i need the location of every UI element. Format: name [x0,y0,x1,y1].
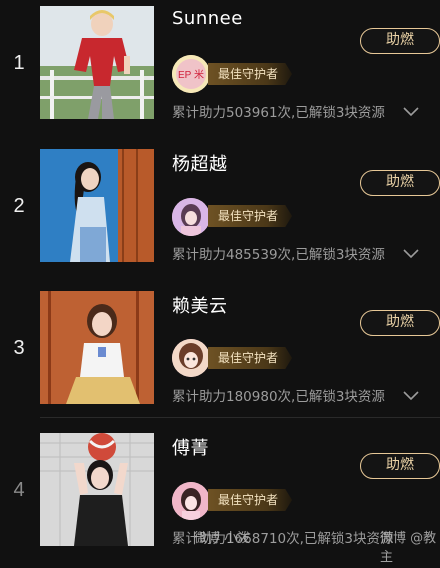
weibo-watermark-right: 微博 @教主 [380,531,437,565]
idol-name: 赖美云 [172,296,228,317]
boost-button[interactable]: 助燃 [360,28,440,54]
rank-number: 3 [13,337,25,359]
top-guardian-avatar[interactable]: EP 米 [172,55,210,93]
ranking-row-3: 3 赖美云 助燃 最佳守护者 累计助力180980次,已解锁3块资源 [0,284,440,426]
rank-number: 1 [13,52,25,74]
chevron-down-icon[interactable] [402,390,420,402]
boost-button[interactable]: 助燃 [360,310,440,336]
best-guardian-badge: 最佳守护者 [208,63,293,85]
best-guardian-badge: 最佳守护者 [208,205,293,227]
idol-photo[interactable] [40,291,154,404]
idol-name: Sunnee [172,8,243,29]
chevron-down-icon[interactable] [402,106,420,118]
boost-button[interactable]: 助燃 [360,453,440,479]
boost-stats: 累计助力485539次,已解锁3块资源 [172,247,385,263]
weibo-watermark-left: 微博 小泼 [194,531,251,546]
idol-photo[interactable] [40,6,154,119]
rank-number: 4 [13,479,25,501]
rank-number: 2 [13,195,25,217]
idol-photo[interactable] [40,149,154,262]
top-guardian-avatar[interactable] [172,482,210,520]
best-guardian-badge: 最佳守护者 [208,489,293,511]
row-divider [40,417,440,418]
top-guardian-avatar[interactable] [172,339,210,377]
ranking-row-2: 2 杨超越 助燃 最佳守护者 累计助力485539次,已解锁3块资源 [0,142,440,284]
idol-photo[interactable] [40,433,154,546]
ranking-row-1: 1 Sunnee 助燃 EP 米 最佳守护者 累计助力503961次,已解锁3块… [0,0,440,142]
ranking-row-4: 4 傅菁 助燃 最佳守护者 累计助力1668710次,已解锁3块资源 [0,426,440,568]
top-guardian-avatar[interactable] [172,198,210,236]
best-guardian-badge: 最佳守护者 [208,347,293,369]
svg-text:EP 米: EP 米 [178,68,204,81]
boost-stats: 累计助力503961次,已解锁3块资源 [172,105,385,121]
chevron-down-icon[interactable] [402,248,420,260]
boost-button[interactable]: 助燃 [360,170,440,196]
idol-name: 傅菁 [172,438,209,459]
boost-stats: 累计助力180980次,已解锁3块资源 [172,389,385,405]
idol-name: 杨超越 [172,154,228,175]
